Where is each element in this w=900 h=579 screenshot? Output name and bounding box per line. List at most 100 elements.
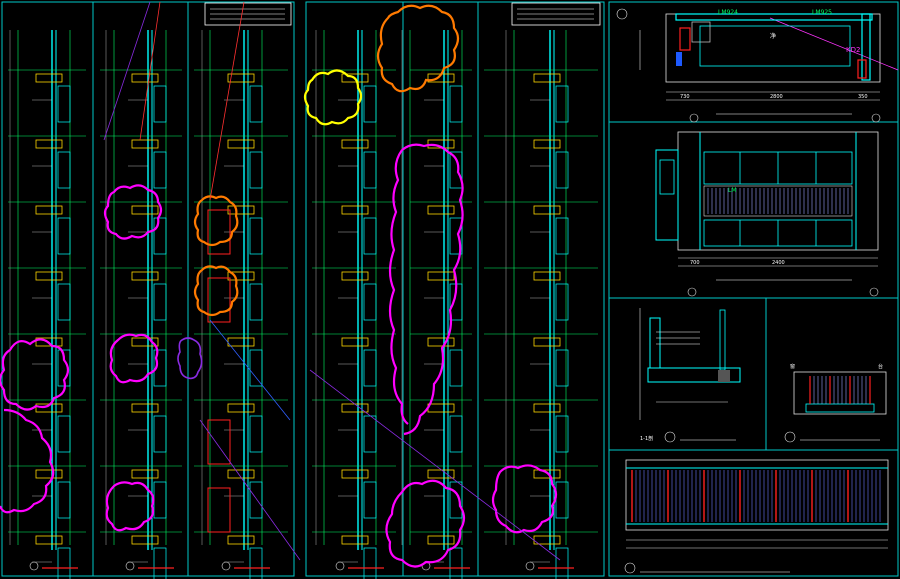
window-frame (449, 85, 463, 123)
section-b-bubble (784, 431, 796, 443)
revision-cloud-magenta-8 (385, 479, 466, 568)
elevation-columns (8, 30, 598, 579)
slab-detail (533, 73, 561, 83)
elevation-column-1 (8, 30, 86, 579)
slab-detail (341, 205, 369, 215)
facade-bubble (624, 562, 636, 574)
elevation-left-window (659, 159, 675, 195)
elevation-dim-1: 700 (690, 260, 700, 266)
slab-detail (131, 535, 159, 545)
window-frame (363, 415, 377, 453)
window-frame (153, 283, 167, 321)
revision-cloud-yellow-1 (303, 69, 363, 126)
window-frame (363, 151, 377, 189)
slab-detail (35, 535, 63, 545)
slab-detail (35, 271, 63, 281)
elevation-column-6 (484, 30, 598, 579)
slab-detail (533, 403, 561, 413)
section-detail-b: 窗 台 (784, 363, 887, 443)
slab-detail (341, 139, 369, 149)
slab-detail (341, 469, 369, 479)
section-a-glass (719, 309, 726, 371)
plan-section-bubble (616, 8, 628, 20)
slab-detail (131, 139, 159, 149)
slab-detail (227, 73, 255, 83)
window-frame (57, 151, 71, 189)
window-frame (249, 217, 263, 255)
window-frame (363, 547, 377, 579)
slab-detail (427, 271, 455, 281)
window-frame (249, 349, 263, 387)
plan-room (699, 25, 851, 67)
plan-tag-c: KD2 (846, 46, 860, 54)
window-frame (449, 415, 463, 453)
revision-cloud-orange-2 (193, 265, 239, 317)
window-elevation-view: 700 2400 LM (655, 131, 879, 297)
section-b-outline (793, 371, 887, 415)
window-frame (363, 85, 377, 123)
column-grid-bubble (221, 561, 231, 571)
window-frame (153, 481, 167, 519)
plan-grid-bubble-left (689, 113, 699, 123)
window-frame (363, 349, 377, 387)
window-frame (249, 415, 263, 453)
revision-cloud-purple-1 (177, 337, 203, 380)
plan-blue-block (676, 52, 682, 66)
revision-cloud-magenta-4 (109, 333, 159, 384)
window-frame (57, 481, 71, 519)
window-frame (249, 85, 263, 123)
section-b-label-b: 台 (878, 363, 883, 370)
window-frame (153, 217, 167, 255)
section-a-hatch (718, 370, 730, 382)
revision-cloud-magenta-5 (105, 481, 155, 532)
slab-detail (227, 403, 255, 413)
slab-detail (35, 469, 63, 479)
slab-detail (131, 271, 159, 281)
plan-tag-b: LM925 (812, 9, 832, 16)
elevation-grid-bubble-left (687, 287, 697, 297)
slab-detail (341, 337, 369, 347)
section-b-base (805, 403, 875, 413)
facade-section (624, 459, 889, 574)
slab-detail (131, 403, 159, 413)
plan-dim-1: 730 (680, 94, 690, 100)
revision-cloud-orange-3 (376, 4, 460, 93)
section-a-bubble (664, 431, 676, 443)
column-grid-bubble (125, 561, 135, 571)
revision-cloud-orange-1 (193, 195, 239, 247)
leader-lines (103, 1, 899, 561)
sheet-3-frame (608, 1, 899, 577)
window-frame (153, 85, 167, 123)
revision-cloud-magenta-9 (491, 464, 558, 534)
sheet-2-frame (305, 1, 605, 577)
window-frame (153, 547, 167, 579)
plan-tag-a: LM924 (718, 9, 738, 16)
window-frame (249, 547, 263, 579)
elevation-column-2 (100, 30, 182, 579)
hatch-block-4 (207, 487, 231, 533)
slab-detail (227, 205, 255, 215)
slab-detail (35, 205, 63, 215)
window-frame (57, 283, 71, 321)
slab-detail (131, 73, 159, 83)
elevation-left-pier (655, 149, 679, 241)
section-a-label: 1-1剖 (640, 435, 653, 442)
plan-wall-top (675, 13, 873, 21)
section-detail-a: 1-1剖 (639, 308, 741, 443)
slab-detail (427, 205, 455, 215)
section-b-bars (809, 376, 871, 404)
facade-bars (631, 470, 881, 522)
window-frame (57, 415, 71, 453)
slab-detail (35, 73, 63, 83)
leader-red-2 (209, 1, 245, 201)
window-frame (153, 151, 167, 189)
slab-detail (427, 403, 455, 413)
window-frame (449, 547, 463, 579)
slab-detail (533, 337, 561, 347)
column-grid-bubble (29, 561, 39, 571)
plan-center-label: 净 (770, 32, 776, 40)
slab-detail (131, 205, 159, 215)
elevation-grid-bubble-right (869, 287, 879, 297)
slab-detail (131, 469, 159, 479)
slab-detail (533, 271, 561, 281)
